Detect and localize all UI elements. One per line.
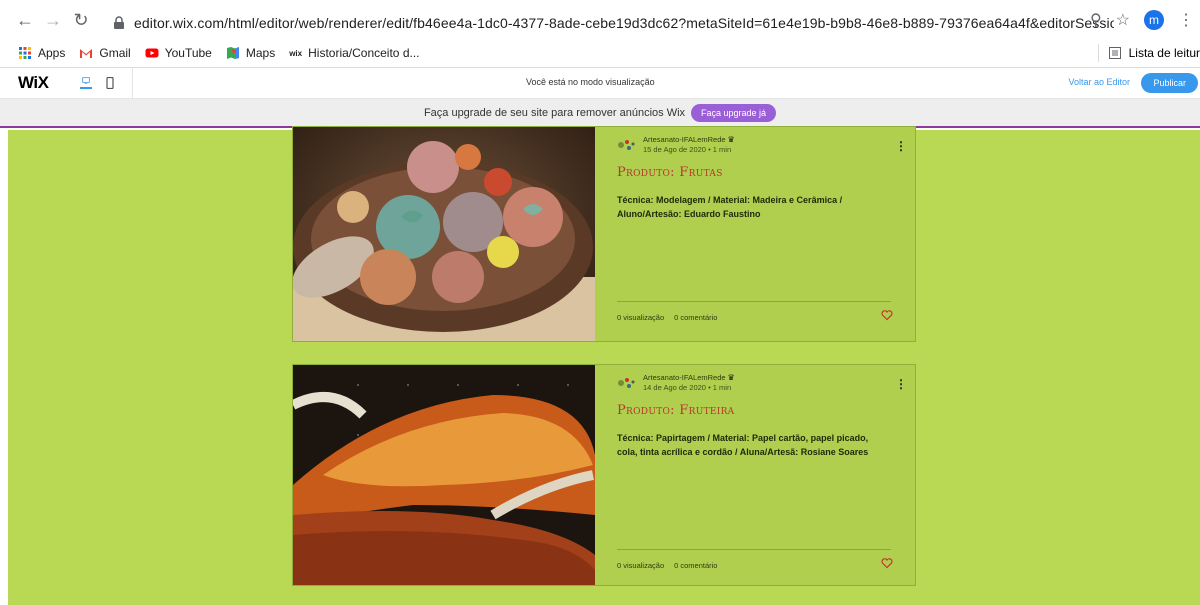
desktop-icon[interactable] — [80, 77, 92, 89]
device-switcher — [80, 67, 133, 99]
lock-icon — [114, 16, 124, 29]
author-avatar-icon — [618, 378, 635, 388]
post-excerpt: Técnica: Papirtagem / Material: Papel ca… — [617, 433, 869, 457]
wix-preview-bar: WiX Você está no modo visualização Volta… — [0, 67, 1200, 99]
url-text: editor.wix.com/html/editor/web/renderer/… — [134, 15, 1114, 31]
post-title[interactable]: Produto: Frutas — [617, 165, 723, 180]
read-time: 1 min — [712, 145, 732, 154]
reading-list-button[interactable]: Lista de leitur — [1097, 44, 1200, 62]
post-divider — [617, 549, 891, 550]
site-page: Artesanato-IFALemRede ♛ 15 de Ago de 2020… — [0, 126, 1200, 605]
left-gutter — [0, 130, 8, 605]
youtube-icon — [145, 48, 159, 58]
author-avatar-icon — [618, 140, 635, 150]
address-bar[interactable]: editor.wix.com/html/editor/web/renderer/… — [102, 8, 1142, 38]
ceramic-fruits-image — [293, 127, 595, 341]
post-stats: 0 visualização 0 comentário — [617, 561, 717, 570]
maps-icon — [226, 47, 239, 59]
views-count: 0 visualização — [617, 561, 665, 570]
post-content: Artesanato-IFALemRede ♛ 14 de Ago de 2020… — [617, 365, 907, 585]
browser-chrome: ← → ↻ editor.wix.com/html/editor/web/ren… — [0, 0, 1200, 68]
bookmark-historia[interactable]: wix Historia/Conceito d... — [289, 46, 419, 60]
bookmark-youtube[interactable]: YouTube — [145, 46, 212, 60]
post-content: Artesanato-IFALemRede ♛ 15 de Ago de 2020… — [617, 127, 907, 341]
menu-kebab-icon[interactable]: ⋮ — [1178, 10, 1194, 30]
read-time: 1 min — [712, 383, 732, 392]
mobile-icon[interactable] — [104, 77, 116, 89]
back-to-editor-link[interactable]: Voltar ao Editor — [1068, 77, 1130, 87]
upgrade-button[interactable]: Faça upgrade já — [691, 103, 777, 122]
post-title[interactable]: Produto: Fruteira — [617, 403, 734, 418]
upgrade-message: Faça upgrade de seu site para remover an… — [423, 106, 686, 119]
author-name[interactable]: Artesanato-IFALemRede — [643, 373, 726, 382]
comments-count[interactable]: 0 comentário — [674, 561, 717, 570]
post-image-fruteira[interactable] — [293, 365, 595, 585]
author-name[interactable]: Artesanato-IFALemRede — [643, 135, 726, 144]
wix-logo: WiX — [18, 73, 49, 92]
comments-count[interactable]: 0 comentário — [674, 313, 717, 322]
admin-crown-icon: ♛ — [727, 135, 735, 144]
reload-icon[interactable]: ↻ — [70, 9, 92, 31]
profile-avatar[interactable]: m — [1144, 10, 1164, 30]
post-date: 15 de Ago de 2020 — [643, 145, 706, 154]
post-excerpt: Técnica: Modelagem / Material: Madeira e… — [617, 195, 843, 219]
zoom-icon[interactable]: ⚲ — [1090, 10, 1102, 30]
wix-favicon-icon: wix — [289, 48, 303, 58]
apps-grid-icon — [19, 47, 31, 59]
post-divider — [617, 301, 891, 302]
blog-post-card[interactable]: Artesanato-IFALemRede ♛ 14 de Ago de 2020… — [292, 364, 916, 586]
blog-post-card[interactable]: Artesanato-IFALemRede ♛ 15 de Ago de 2020… — [292, 126, 916, 342]
star-bookmark-icon[interactable]: ☆ — [1116, 10, 1130, 30]
post-stats: 0 visualização 0 comentário — [617, 313, 717, 322]
upgrade-banner: Faça upgrade de seu site para remover an… — [0, 99, 1200, 128]
like-heart-icon[interactable] — [881, 557, 893, 569]
author-row: Artesanato-IFALemRede ♛ 15 de Ago de 2020… — [617, 135, 735, 154]
post-image-frutas[interactable] — [293, 127, 595, 341]
bookmarks-bar: Apps Gmail YouTube Maps wix Historia/Con… — [0, 40, 1200, 66]
back-arrow-icon[interactable]: ← — [14, 9, 36, 31]
publish-button[interactable]: Publicar — [1141, 73, 1198, 93]
gmail-icon — [80, 49, 93, 58]
post-date: 14 de Ago de 2020 — [643, 383, 706, 392]
post-more-actions-icon[interactable]: ⋮ — [895, 139, 907, 153]
views-count: 0 visualização — [617, 313, 665, 322]
forward-arrow-icon[interactable]: → — [42, 9, 64, 31]
admin-crown-icon: ♛ — [727, 373, 735, 382]
bookmark-maps[interactable]: Maps — [226, 46, 275, 60]
preview-mode-message: Você está no modo visualização — [526, 77, 655, 87]
post-more-actions-icon[interactable]: ⋮ — [895, 377, 907, 391]
bookmark-gmail[interactable]: Gmail — [79, 46, 131, 60]
paper-bowl-image — [293, 365, 595, 585]
like-heart-icon[interactable] — [881, 309, 893, 321]
bookmark-apps[interactable]: Apps — [18, 46, 65, 60]
author-row: Artesanato-IFALemRede ♛ 14 de Ago de 2020… — [617, 373, 735, 392]
reading-list-icon — [1108, 47, 1121, 59]
